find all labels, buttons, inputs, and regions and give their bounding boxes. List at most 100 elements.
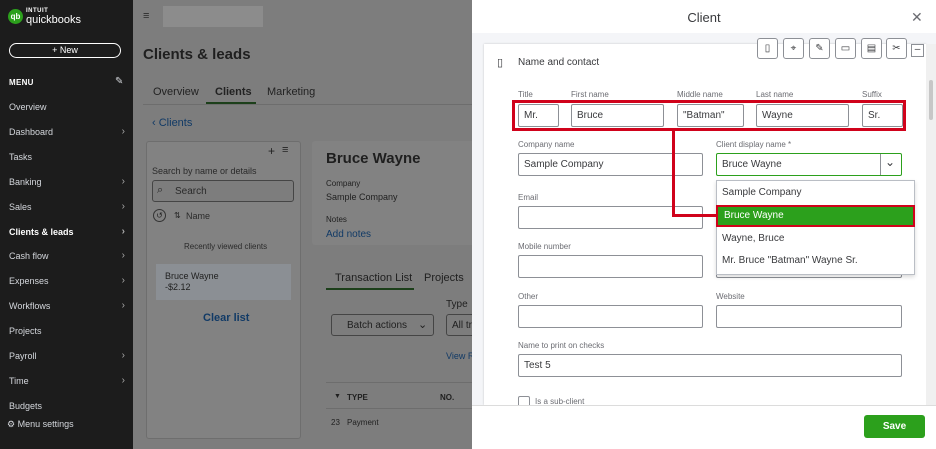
company-name-field[interactable]: Sample Company: [518, 153, 703, 176]
chevron-right-icon: ›: [121, 125, 125, 137]
sidebar-item-label: Budgets: [9, 400, 43, 411]
type-filter-value: All tr: [452, 320, 472, 331]
new-button[interactable]: + New: [9, 43, 121, 58]
tab-clients[interactable]: Clients: [215, 86, 252, 98]
name-fields-highlight: [512, 100, 906, 131]
sort-by-name[interactable]: Name: [186, 211, 210, 221]
email-label: Email: [518, 193, 539, 202]
search-placeholder: Search: [175, 186, 207, 197]
sidebar: qb INTUIT quickbooks + New MENU ✎ Overvi…: [0, 0, 133, 449]
mobile-field[interactable]: [518, 255, 703, 278]
chevron-right-icon: ›: [121, 275, 125, 287]
search-bar[interactable]: [163, 6, 263, 27]
sidebar-item-payroll[interactable]: Payroll ›: [0, 346, 133, 366]
chevron-right-icon: ›: [121, 200, 125, 212]
menu-settings-label: Menu settings: [17, 419, 74, 429]
type-label: Type: [446, 299, 468, 310]
mobile-label: Mobile number: [518, 242, 571, 251]
website-field[interactable]: [716, 305, 902, 328]
tab-overview[interactable]: Overview: [153, 86, 199, 98]
page-title: Clients & leads: [143, 46, 251, 63]
tab-divider: [143, 104, 473, 105]
clear-list-link[interactable]: Clear list: [203, 312, 249, 324]
dropdown-option[interactable]: Sample Company: [716, 182, 915, 204]
collapse-icon[interactable]: –: [911, 44, 924, 57]
sidebar-item-label: Banking: [9, 176, 42, 187]
add-icon[interactable]: +: [268, 144, 275, 158]
row-date: 23: [331, 418, 340, 427]
scrollbar-thumb[interactable]: [929, 80, 933, 120]
sidebar-item-label: Sales: [9, 201, 32, 212]
sidebar-item-time[interactable]: Time ›: [0, 371, 133, 391]
back-link-label: Clients: [158, 117, 193, 129]
company-name-label: Company name: [518, 140, 575, 149]
sidebar-item-dashboard[interactable]: Dashboard ›: [0, 122, 133, 142]
connector-line-vertical: [672, 130, 675, 217]
client-search-input[interactable]: [152, 180, 294, 202]
chevron-down-icon: ⌄: [418, 319, 428, 331]
sidebar-item-label: Cash flow: [9, 251, 49, 262]
chevron-down-icon[interactable]: ⌄: [885, 155, 895, 169]
hamburger-icon[interactable]: ≡: [143, 10, 149, 22]
sidebar-item-sales[interactable]: Sales ›: [0, 197, 133, 217]
select-divider: [880, 154, 881, 175]
email-field[interactable]: [518, 206, 703, 229]
close-icon[interactable]: ✕: [911, 9, 923, 26]
tab-projects[interactable]: Projects: [424, 272, 464, 284]
sort-icon[interactable]: ⇅: [174, 211, 181, 220]
sidebar-item-cash-flow[interactable]: Cash flow ›: [0, 246, 133, 266]
sidebar-item-banking[interactable]: Banking ›: [0, 172, 133, 192]
chevron-right-icon: ›: [121, 350, 125, 361]
print-on-checks-field[interactable]: Test 5: [518, 354, 902, 377]
display-name-label: Client display name *: [716, 140, 792, 149]
sidebar-item-overview[interactable]: Overview: [0, 97, 133, 117]
tab-transaction-list[interactable]: Transaction List: [335, 272, 412, 284]
payments-icon[interactable]: ▭: [835, 38, 856, 59]
document-icon[interactable]: ▤: [861, 38, 882, 59]
batch-actions-button[interactable]: Batch actions ⌄: [331, 314, 434, 336]
recent-client-amount: -$2.12: [165, 282, 191, 292]
location-pin-icon[interactable]: ⌖: [783, 38, 804, 59]
recent-client-name: Bruce Wayne: [165, 271, 219, 281]
sidebar-item-label: Dashboard: [9, 126, 54, 137]
list-options-icon[interactable]: ≡: [282, 144, 288, 156]
dropdown-option-selected[interactable]: Bruce Wayne: [716, 205, 915, 227]
sidebar-item-tasks[interactable]: Tasks: [0, 147, 133, 167]
sidebar-item-projects[interactable]: Projects: [0, 321, 133, 341]
other-field[interactable]: [518, 305, 703, 328]
last-name-label: Last name: [756, 90, 794, 99]
tools-icon[interactable]: ✂: [886, 38, 907, 59]
menu-header: MENU: [9, 78, 34, 87]
recent-label: Recently viewed clients: [184, 242, 268, 251]
contact-card-icon[interactable]: ▯: [757, 38, 778, 59]
middle-name-label: Middle name: [677, 90, 723, 99]
display-name-value: Bruce Wayne: [722, 159, 782, 170]
menu-settings-button[interactable]: ⚙ Menu settings: [7, 419, 74, 430]
display-name-select[interactable]: Bruce Wayne: [716, 153, 902, 176]
company-label: Company: [326, 179, 361, 188]
sidebar-item-clients-leads[interactable]: Clients & leads ›: [0, 222, 133, 242]
back-to-clients-link[interactable]: ‹ Clients: [152, 117, 192, 129]
edit-menu-icon[interactable]: ✎: [115, 76, 123, 87]
col-no[interactable]: NO.: [440, 393, 454, 402]
chevron-right-icon: ›: [121, 175, 125, 187]
sidebar-item-budgets[interactable]: Budgets: [0, 396, 133, 416]
save-button[interactable]: Save: [864, 415, 925, 438]
dropdown-option[interactable]: Mr. Bruce "Batman" Wayne Sr.: [716, 250, 915, 272]
suffix-label: Suffix: [862, 90, 882, 99]
sidebar-item-label: Clients & leads: [9, 226, 74, 237]
view-link[interactable]: View R: [446, 351, 474, 361]
history-icon[interactable]: ↺: [153, 209, 166, 222]
tab-marketing[interactable]: Marketing: [267, 86, 315, 98]
sidebar-item-workflows[interactable]: Workflows ›: [0, 296, 133, 316]
row-type: Payment: [347, 418, 379, 427]
sidebar-item-expenses[interactable]: Expenses ›: [0, 271, 133, 291]
sort-indicator-icon: ▼: [334, 393, 341, 400]
notes-edit-icon[interactable]: ✎: [809, 38, 830, 59]
print-on-checks-label: Name to print on checks: [518, 341, 605, 350]
brand-name: quickbooks: [26, 14, 82, 26]
col-type[interactable]: TYPE: [347, 393, 368, 402]
sidebar-item-label: Tasks: [9, 151, 33, 162]
dropdown-option[interactable]: Wayne, Bruce: [716, 228, 915, 250]
add-notes-link[interactable]: Add notes: [326, 229, 371, 240]
